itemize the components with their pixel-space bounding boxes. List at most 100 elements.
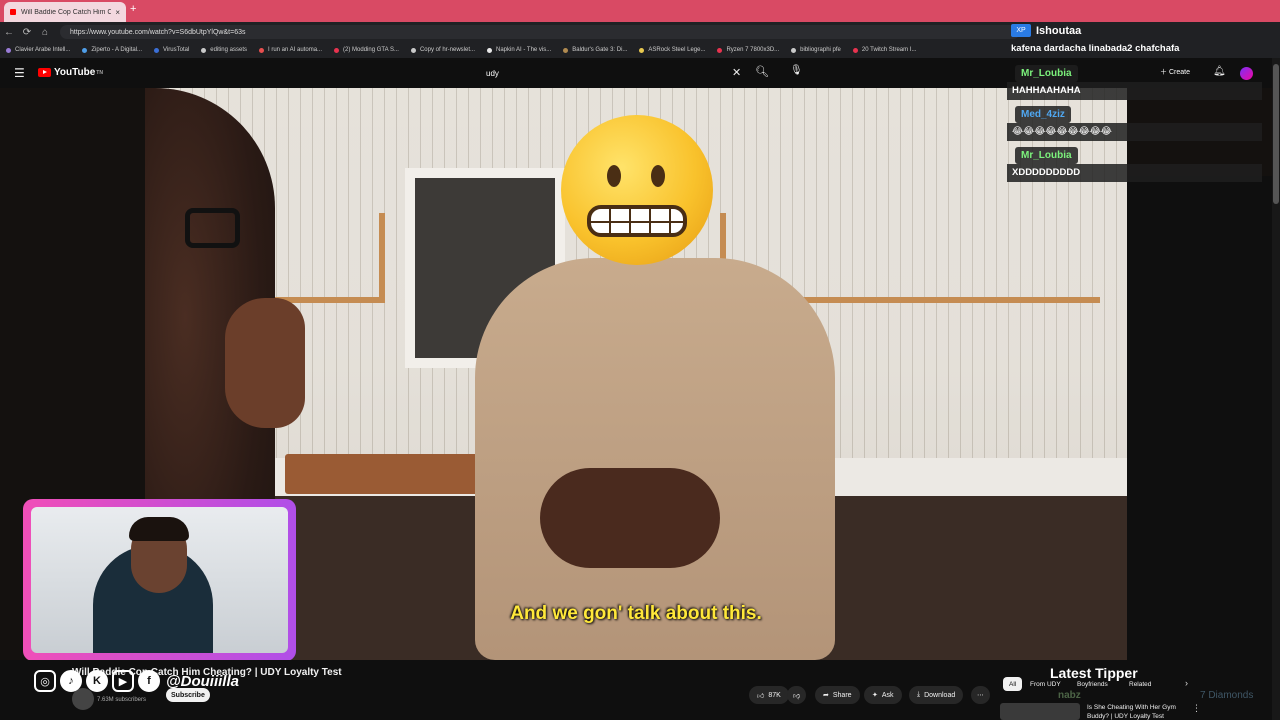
ask-button[interactable]: ✦ Ask [864, 686, 902, 704]
page-scrollbar[interactable] [1272, 58, 1280, 720]
chat-username: Mr_Loubia [1015, 65, 1078, 82]
subscriber-count: 7.63M subscribers [97, 697, 147, 703]
bookmark-favicon-icon [201, 47, 207, 53]
bookmark-label: editing assets [210, 47, 247, 53]
bookmark-label: 20 Twitch Stream I... [861, 47, 917, 53]
chevron-right-icon[interactable]: › [1185, 678, 1188, 688]
social-overlay: ◎ ♪ K ▶ f @Douiiilla [34, 670, 239, 692]
download-icon: ⤓ [917, 691, 921, 698]
bookmark-item[interactable]: Clavier Arabe Intell... [6, 47, 70, 53]
create-button[interactable]: ＋ Create [1160, 67, 1190, 77]
latest-tipper-amount: 7 Diamonds [1200, 690, 1254, 701]
social-handle: @Douiiilla [166, 672, 239, 690]
back-icon[interactable]: ← [0, 27, 18, 38]
bookmark-label: Ryzen 7 7800x3D... [726, 47, 780, 53]
youtube-favicon-icon [10, 9, 16, 15]
chat-username: Ishoutaa [1036, 24, 1082, 37]
clear-search-icon[interactable]: ✕ [732, 66, 741, 79]
chip-all[interactable]: All [1003, 677, 1023, 691]
bookmark-item[interactable]: (2) Modding GTA S... [334, 47, 399, 53]
bookmark-favicon-icon [639, 47, 645, 53]
recommendation-thumbnail[interactable] [1000, 703, 1080, 720]
bookmark-item[interactable]: bibliographi pfe [791, 47, 841, 53]
bookmark-label: Napkin AI - The vis... [496, 47, 552, 53]
bookmark-favicon-icon [259, 47, 264, 53]
notifications-icon[interactable]: 🔔︎ [1213, 66, 1226, 77]
more-actions-button[interactable]: ⋯ [971, 686, 990, 704]
bookmark-favicon-icon [82, 47, 88, 53]
chat-message: HAHHAAHAHA [1007, 82, 1262, 100]
dislike-button[interactable]: 👎︎ [787, 686, 807, 704]
instagram-icon: ◎ [34, 670, 56, 692]
bookmark-label: Ziperto - A Digital... [91, 47, 143, 53]
bookmark-item[interactable]: ASRock Steel Lege... [639, 47, 705, 53]
bookmark-label: I run an AI automa... [268, 47, 323, 53]
create-label: Create [1168, 69, 1190, 76]
bookmark-item[interactable]: editing assets [201, 47, 247, 53]
bookmark-favicon-icon [563, 47, 569, 53]
bookmark-favicon-icon [487, 47, 492, 53]
youtube-logo[interactable]: YouTube TN [38, 67, 103, 78]
dislike-icon: 👎︎ [793, 692, 801, 700]
chat-message: 😂😂😂😂😂😂😂😂😂 [1007, 123, 1262, 141]
menu-icon[interactable]: ☰ [14, 66, 25, 80]
bookmark-item[interactable]: Copy of hr-newslet... [410, 47, 475, 53]
webcam-overlay [23, 499, 296, 661]
bookmark-item[interactable]: VirusTotal [154, 47, 189, 53]
bookmark-label: (2) Modding GTA S... [343, 47, 399, 53]
bookmark-favicon-icon [852, 47, 858, 53]
bookmark-item[interactable]: I run an AI automa... [259, 47, 322, 53]
youtube-social-icon: ▶ [112, 670, 134, 692]
recommendation-title[interactable]: Is She Cheating With Her Gym Buddy? | UD… [1087, 703, 1187, 720]
search-icon[interactable]: 🔍︎ [755, 65, 769, 78]
bookmark-item[interactable]: 20 Twitch Stream I... [852, 47, 917, 53]
sparkle-icon: ✦ [872, 692, 878, 699]
download-button[interactable]: ⤓ Download [909, 686, 964, 704]
bookmark-favicon-icon [154, 47, 160, 53]
chat-message: kafena dardacha linabada2 chafchafa [1011, 43, 1180, 54]
bookmark-label: VirusTotal [163, 47, 190, 53]
bookmark-item[interactable]: Ziperto - A Digital... [82, 47, 142, 53]
tab-title: Will Baddie Cop Catch Him Cheatin... [21, 8, 112, 16]
bookmark-item[interactable]: Baldur's Gate 3: Di... [563, 47, 627, 53]
bookmark-label: Copy of hr-newslet... [419, 47, 475, 53]
person-hoodie [475, 258, 835, 660]
bookmark-label: Clavier Arabe Intell... [15, 47, 71, 53]
latest-tipper-label: Latest Tipper [1050, 665, 1138, 681]
bookmark-favicon-icon [334, 47, 340, 53]
close-tab-icon[interactable]: × [115, 8, 120, 17]
facebook-icon: f [138, 670, 160, 692]
tiktok-icon: ♪ [60, 670, 82, 692]
like-count: 87K [768, 691, 781, 699]
reload-icon[interactable]: ⟳ [18, 27, 36, 38]
new-tab-button[interactable]: + [130, 3, 136, 15]
like-button[interactable]: 👍︎ 87K [749, 686, 789, 704]
address-bar: ← ⟳ ⌂ https://www.youtube.com/watch?v=S6… [0, 22, 1280, 42]
bookmark-item[interactable]: Napkin AI - The vis... [487, 47, 551, 53]
search-input[interactable]: udy [478, 64, 748, 82]
bookmark-favicon-icon [6, 47, 11, 53]
microphone-icon[interactable]: 🎙︎ [790, 65, 803, 76]
youtube-logo-text: YouTube [54, 67, 96, 78]
bookmark-item[interactable]: Ryzen 7 7800x3D... [717, 47, 779, 53]
more-vertical-icon[interactable]: ⋮ [1192, 703, 1201, 714]
bookmark-favicon-icon [791, 47, 797, 53]
youtube-country-code: TN [96, 69, 103, 76]
share-icon: ➦ [823, 692, 829, 699]
grimacing-face-emoji-icon [561, 115, 713, 265]
bookmark-label: Baldur's Gate 3: Di... [572, 47, 628, 53]
chat-header: XP Ishoutaa [1011, 24, 1081, 37]
youtube-play-icon [38, 68, 51, 77]
url-field[interactable]: https://www.youtube.com/watch?v=S6dbUtpY… [60, 25, 1020, 39]
chat-username: Med_4ziz [1015, 106, 1071, 123]
home-icon[interactable]: ⌂ [36, 27, 54, 38]
more-icon: ⋯ [977, 692, 984, 699]
bookmark-label: ASRock Steel Lege... [648, 47, 706, 53]
browser-tab-youtube[interactable]: Will Baddie Cop Catch Him Cheatin... × [4, 2, 126, 22]
ask-label: Ask [881, 691, 894, 699]
account-avatar[interactable] [1240, 67, 1253, 80]
latest-tipper-name: nabz [1058, 690, 1081, 701]
bookmark-favicon-icon [717, 47, 723, 53]
share-button[interactable]: ➦ Share [815, 686, 860, 704]
download-label: Download [924, 691, 956, 699]
